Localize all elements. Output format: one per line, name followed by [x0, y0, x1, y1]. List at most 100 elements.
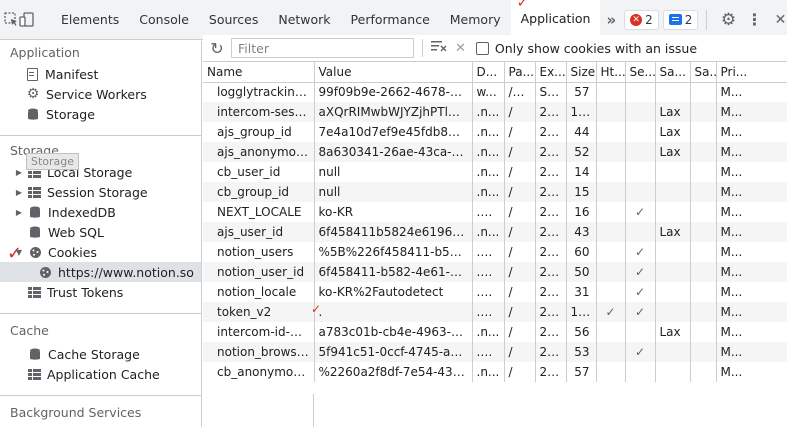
table-row[interactable]: notion_users %5B%226f458411-b582-4... .w..…	[203, 242, 787, 262]
table-cell	[625, 82, 656, 102]
table-cell: %2260a2f8df-7e54-43ec-...	[314, 362, 473, 382]
table-cell	[596, 262, 626, 282]
clear-all-icon[interactable]: ✕	[455, 41, 466, 56]
table-row[interactable]: cb_group_id null .n.../20... 15 M...	[203, 182, 787, 202]
table-cell: 16	[566, 202, 597, 222]
table-cell	[690, 322, 717, 342]
table-row[interactable]: cb_user_id null .n.../20... 14 M...	[203, 162, 787, 182]
table-cell: 5f941c51-0ccf-4745-a6b5...	[314, 342, 473, 362]
table-row[interactable]: ajs_anonymous... 8a630341-26ae-43ca-93c..…	[203, 142, 787, 162]
table-cell: ✓	[625, 242, 656, 262]
more-tabs-icon[interactable]: »	[606, 11, 616, 29]
sidebar-item-application-cache[interactable]: Application Cache	[0, 364, 201, 384]
table-cell: M...	[716, 322, 787, 342]
errors-badge[interactable]: ✕ 2	[624, 9, 659, 30]
table-row[interactable]: notion_user_id 6f458411-b582-4e61-96d....…	[203, 262, 787, 282]
close-devtools-icon[interactable]: ✕	[767, 7, 787, 33]
table-cell: /	[504, 342, 536, 362]
column-header[interactable]: Ex...	[535, 62, 567, 83]
messages-count: 2	[684, 12, 693, 27]
table-cell: 20...	[535, 342, 567, 362]
table-cell: w...	[472, 82, 505, 102]
tab-console[interactable]: Console	[129, 0, 199, 40]
column-header[interactable]: Pa...	[504, 62, 536, 83]
tab-application[interactable]: Application ✓	[510, 0, 601, 40]
table-row[interactable]: ajs_group_id 7e4a10d7ef9e45fdb86cb2... .n.…	[203, 122, 787, 142]
tab-sources[interactable]: Sources	[199, 0, 268, 40]
table-row[interactable]: NEXT_LOCALE ko-KR .w.../20... 16 ✓ M...	[203, 202, 787, 222]
table-row[interactable]: logglytrackings... 99f09b9e-2662-4678-984…	[203, 82, 787, 102]
tab-memory[interactable]: Memory	[440, 0, 511, 40]
table-cell: /	[504, 202, 536, 222]
sidebar-item-label: Trust Tokens	[47, 284, 124, 300]
table-row[interactable]: intercom-sessio... aXQrRIMwbWJYZjhPTlV1T.…	[203, 102, 787, 122]
table-row[interactable]: notion_browser... 5f941c51-0ccf-4745-a6b5…	[203, 342, 787, 362]
column-header[interactable]: Name	[203, 62, 315, 83]
inspect-element-icon[interactable]	[4, 7, 19, 33]
settings-icon[interactable]: ⚙	[715, 7, 741, 33]
kebab-menu-icon[interactable]: ⋮	[741, 7, 767, 33]
column-header[interactable]: Se...	[625, 62, 656, 83]
sidebar-item-session-storage[interactable]: ▶ Session Storage	[0, 182, 201, 202]
table-cell: .n...	[472, 362, 505, 382]
table-cell	[690, 222, 717, 242]
table-cell: Se...	[535, 82, 567, 102]
table-cell: intercom-id-gp...	[203, 322, 315, 342]
table-row[interactable]: notion_locale ko-KR%2Fautodetect .w.../20.…	[203, 282, 787, 302]
sidebar-item-cookies[interactable]: ▼ Cookies	[0, 242, 201, 262]
only-issue-checkbox[interactable]	[475, 41, 489, 55]
clear-filter-icon[interactable]	[431, 40, 447, 56]
messages-badge[interactable]: 2	[662, 9, 699, 30]
table-cell	[690, 142, 717, 162]
annotation-check-icon: ✓	[7, 243, 23, 264]
column-header[interactable]: Ht...	[596, 62, 626, 83]
column-header[interactable]: Value	[314, 62, 473, 83]
sidebar-item-manifest[interactable]: Manifest	[0, 64, 201, 84]
table-cell: Lax	[655, 122, 691, 142]
sidebar-item-trust-tokens[interactable]: Trust Tokens	[0, 282, 201, 302]
expand-arrow-icon[interactable]: ▶	[14, 208, 24, 217]
table-cell: .w...	[472, 302, 505, 322]
table-header-row: Name Value D... Pa... Ex... Size Ht... Se... Sa.…	[203, 62, 787, 83]
column-header[interactable]: Sa...	[655, 62, 691, 83]
table-cell	[596, 282, 626, 302]
table-cell	[596, 222, 626, 242]
table-cell: .n...	[472, 182, 505, 202]
table-cell	[596, 122, 626, 142]
table-cell: 20...	[535, 302, 567, 322]
tab-network[interactable]: Network	[268, 0, 340, 40]
tab-performance[interactable]: Performance	[341, 0, 440, 40]
sidebar-item-web-sql[interactable]: Web SQL	[0, 222, 201, 242]
sidebar-item-cookie-origin[interactable]: https://www.notion.so	[0, 262, 201, 282]
sidebar-item-storage[interactable]: Storage	[0, 104, 201, 124]
sidebar-item-cache-storage[interactable]: Cache Storage	[0, 344, 201, 364]
table-cell	[690, 122, 717, 142]
tab-elements[interactable]: Elements	[51, 0, 129, 40]
table-icon	[28, 286, 41, 298]
column-header[interactable]: Size	[566, 62, 597, 83]
column-header[interactable]: D...	[472, 62, 505, 83]
sidebar-item-service-workers[interactable]: ⚙ Service Workers	[0, 84, 201, 104]
expand-arrow-icon[interactable]: ▶	[14, 188, 24, 197]
sidebar-item-indexeddb[interactable]: ▶ IndexedDB	[0, 202, 201, 222]
table-row[interactable]: cb_anonymous... %2260a2f8df-7e54-43ec-...…	[203, 362, 787, 382]
device-toolbar-icon[interactable]	[19, 7, 35, 33]
table-row[interactable]: token_v2. .w.../20... 164 ✓ ✓ M...	[203, 302, 787, 322]
table-cell: /	[504, 102, 536, 122]
table-cell: M...	[716, 102, 787, 122]
table-cell: Lax	[655, 322, 691, 342]
right-actions: ⚙ ⋮ ✕	[706, 7, 787, 33]
cookies-toolbar: ↻ ✕ Only show cookies with an issue	[203, 35, 787, 62]
cookie-icon	[28, 245, 42, 259]
table-cell	[690, 282, 717, 302]
table-row[interactable]: ajs_user_id 6f458411b5824e6196d04... .n...…	[203, 222, 787, 242]
table-row[interactable]: intercom-id-gp... a783c01b-cb4e-4963-beb.…	[203, 322, 787, 342]
refresh-icon[interactable]: ↻	[203, 39, 231, 58]
expand-arrow-icon[interactable]: ▶	[14, 168, 24, 177]
cookie-icon	[38, 265, 52, 279]
table-cell: M...	[716, 122, 787, 142]
column-header[interactable]: Pri...	[716, 62, 787, 83]
filter-input[interactable]	[231, 38, 414, 58]
table-cell	[690, 82, 717, 102]
column-header[interactable]: Sa...	[690, 62, 717, 83]
